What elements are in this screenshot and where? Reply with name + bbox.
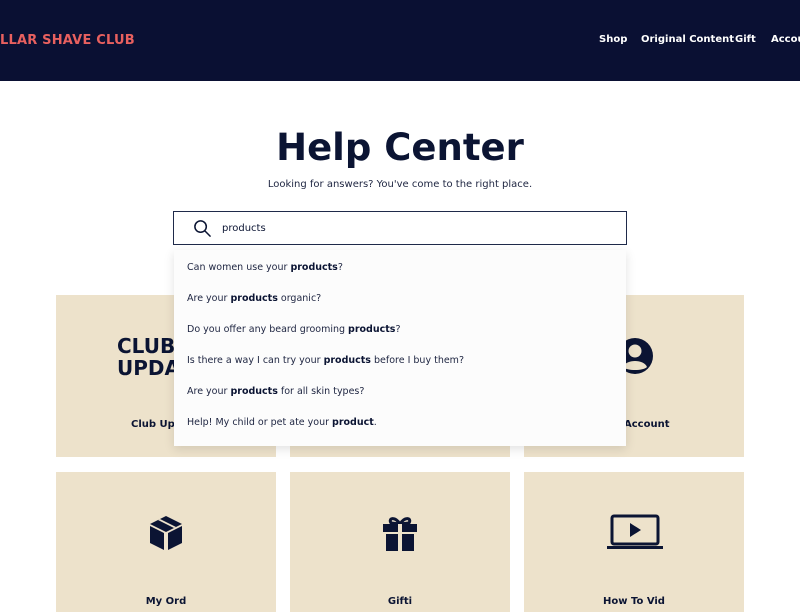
- card-how-to-videos[interactable]: How To Vid: [524, 472, 744, 612]
- card-label-club-updates: Club Up: [131, 419, 175, 430]
- site-header: LLAR SHAVE CLUB Shop Original Content Gi…: [0, 0, 800, 81]
- brand-logo[interactable]: LLAR SHAVE CLUB: [0, 33, 135, 48]
- gift-icon: [383, 517, 417, 551]
- main-nav: Shop Original Content Gift Accoun: [599, 34, 800, 45]
- nav-original-content[interactable]: Original Content: [641, 34, 735, 45]
- suggestion-item[interactable]: Are your products for all skin types?: [187, 386, 364, 397]
- search-icon: [194, 220, 211, 237]
- card-label-how-to-videos: How To Vid: [603, 596, 665, 607]
- box-icon: [150, 516, 182, 550]
- suggestion-item[interactable]: Help! My child or pet ate your product.: [187, 417, 377, 428]
- page-subtitle: Looking for answers? You've come to the …: [267, 179, 533, 190]
- search-field[interactable]: [173, 211, 627, 245]
- search-input[interactable]: [222, 218, 612, 239]
- card-gifting[interactable]: Gifti: [290, 472, 510, 612]
- nav-gift[interactable]: Gift: [735, 34, 771, 45]
- laptop-video-icon: [607, 514, 663, 549]
- suggestion-item[interactable]: Are your products organic?: [187, 293, 321, 304]
- card-my-orders[interactable]: My Ord: [56, 472, 276, 612]
- club-updates-icon: CLUB UPDA: [117, 335, 180, 379]
- club-icon-line-1: CLUB: [117, 334, 176, 358]
- suggestion-item[interactable]: Do you offer any beard grooming products…: [187, 324, 401, 335]
- nav-shop[interactable]: Shop: [599, 34, 641, 45]
- suggestion-item[interactable]: Can women use your products?: [187, 262, 343, 273]
- club-icon-line-2: UPDA: [117, 356, 180, 380]
- nav-account[interactable]: Accoun: [771, 34, 800, 45]
- card-label-gifting: Gifti: [387, 596, 413, 607]
- search-suggestions-dropdown: Can women use your products? Are your pr…: [174, 250, 626, 446]
- card-label-account: Account: [624, 419, 670, 430]
- suggestion-item[interactable]: Is there a way I can try your products b…: [187, 355, 464, 366]
- card-label-my-orders: My Ord: [145, 596, 187, 607]
- page-title: Help Center: [276, 126, 524, 169]
